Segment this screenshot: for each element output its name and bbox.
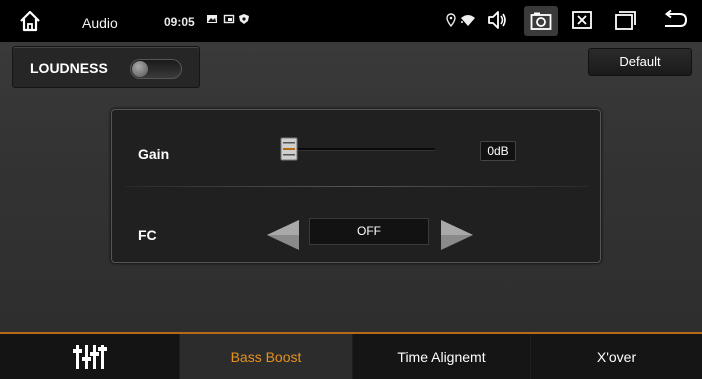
fc-previous-arrow-icon[interactable] — [266, 220, 300, 250]
close-window-icon[interactable] — [571, 9, 593, 31]
audio-settings-area: LOUDNESS Default Gain 0dB FC OFF — [0, 42, 702, 332]
home-icon[interactable] — [19, 10, 41, 32]
loudness-control: LOUDNESS — [12, 46, 200, 88]
panel-divider — [126, 186, 588, 187]
screenshot-icon — [530, 12, 552, 30]
cast-icon — [223, 14, 235, 24]
default-button[interactable]: Default — [588, 48, 692, 76]
fc-label: FC — [138, 227, 157, 243]
loudness-label: LOUDNESS — [30, 60, 108, 76]
gain-value: 0dB — [480, 141, 516, 161]
tab-time-alignment[interactable]: Time Alignemt — [353, 334, 531, 379]
volume-icon[interactable] — [486, 9, 508, 31]
gain-slider-track[interactable] — [287, 148, 435, 151]
fc-next-arrow-icon[interactable] — [440, 220, 474, 250]
tab-bass-boost[interactable]: Bass Boost — [180, 334, 353, 379]
loudness-toggle[interactable] — [130, 59, 182, 79]
location-icon — [446, 13, 456, 27]
gain-label: Gain — [138, 146, 170, 162]
bottom-tab-bar: Bass Boost Time Alignemt X'over — [0, 332, 702, 379]
clock: 09:05 — [164, 15, 195, 29]
status-bar: Audio 09:05 — [0, 0, 702, 42]
equalizer-icon — [72, 344, 107, 369]
app-title: Audio — [82, 15, 118, 31]
tab-equalizer[interactable] — [0, 334, 180, 379]
screenshot-button[interactable] — [524, 6, 558, 36]
back-icon[interactable] — [662, 9, 688, 31]
fc-value: OFF — [309, 218, 429, 245]
image-icon — [207, 15, 217, 23]
tab-xover[interactable]: X'over — [531, 334, 702, 379]
bass-boost-panel: Gain 0dB FC OFF — [111, 109, 601, 263]
wifi-icon — [461, 15, 475, 26]
gain-slider-thumb[interactable] — [280, 137, 298, 161]
shield-icon — [239, 14, 249, 24]
recent-apps-icon[interactable] — [614, 9, 638, 31]
toggle-knob — [132, 61, 148, 77]
